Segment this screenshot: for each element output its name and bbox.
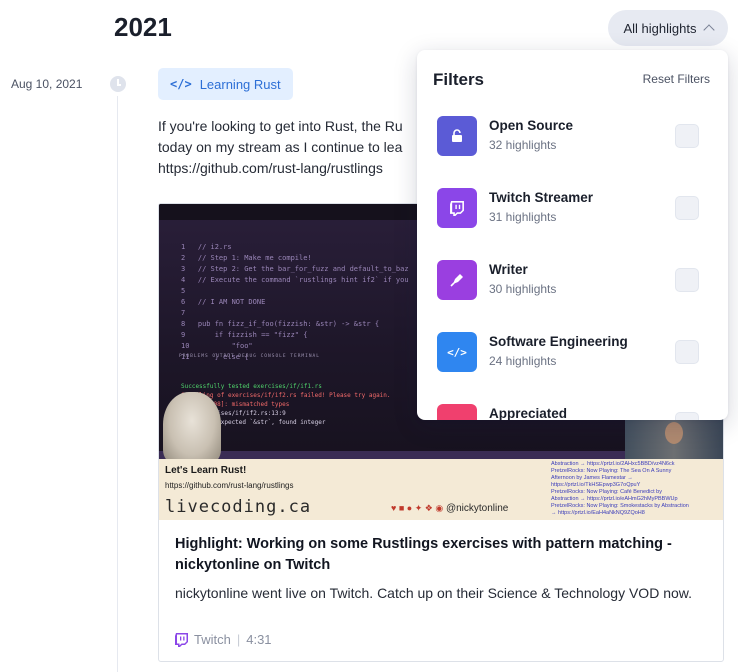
code-icon: </> bbox=[437, 332, 477, 372]
code-line: 5 bbox=[181, 287, 186, 295]
filter-name: Open Source bbox=[489, 118, 574, 133]
filter-count: 32 highlights bbox=[489, 138, 557, 152]
filter-count: 24 highlights bbox=[489, 354, 557, 368]
filters-popover: Filters Reset Filters Open Source 32 hig… bbox=[417, 50, 728, 420]
terminal-line: Successfully tested exercises/if/if1.rs bbox=[181, 383, 322, 390]
code-line: 8 pub fn fizz_if_foo(fizzish: &str) -> &… bbox=[181, 320, 380, 328]
card-title[interactable]: Highlight: Working on some Rustlings exe… bbox=[175, 534, 709, 576]
banner-brand: livecoding.ca bbox=[165, 497, 312, 517]
filter-name: Writer bbox=[489, 262, 528, 277]
llama-image bbox=[163, 392, 221, 464]
code-line: 9 if fizzish == "fizz" { bbox=[181, 331, 308, 339]
filter-name: Appreciated bbox=[489, 406, 568, 420]
filter-count: 31 highlights bbox=[489, 210, 557, 224]
all-highlights-label: All highlights bbox=[623, 20, 697, 36]
source-label: Twitch bbox=[194, 632, 231, 647]
pen-icon bbox=[437, 260, 477, 300]
filter-checkbox[interactable] bbox=[675, 124, 699, 148]
code-line: 3 // Step 2: Get the bar_for_fuzz and de… bbox=[181, 265, 409, 273]
meta-separator: | bbox=[236, 632, 241, 647]
twitch-icon bbox=[437, 188, 477, 228]
card-description: nickytonline went live on Twitch. Catch … bbox=[175, 585, 692, 601]
code-icon: </> bbox=[170, 77, 192, 91]
reset-filters-button[interactable]: Reset Filters bbox=[643, 72, 710, 86]
filters-title: Filters bbox=[433, 70, 485, 89]
banner-handle-text: @nickytonline bbox=[445, 503, 509, 514]
code-line: 1 // i2.rs bbox=[181, 243, 232, 251]
chevron-up-icon bbox=[702, 24, 715, 36]
rustlings-link[interactable]: https://github.com/rust-lang/rustlings bbox=[158, 160, 383, 176]
learning-rust-tag[interactable]: </> Learning Rust bbox=[158, 68, 293, 100]
tag-label: Learning Rust bbox=[199, 76, 281, 92]
filter-count: 30 highlights bbox=[489, 282, 557, 296]
code-line: 2 // Step 1: Make me compile! bbox=[181, 254, 312, 262]
year-title: 2021 bbox=[114, 12, 172, 42]
code-line: 7 bbox=[181, 309, 186, 317]
terminal-line: Compiling of exercises/if/if2.rs failed!… bbox=[181, 392, 391, 399]
filter-name: Twitch Streamer bbox=[489, 190, 594, 205]
heart-icon: ♥ bbox=[437, 404, 477, 420]
code-line: 10 "foo" bbox=[181, 342, 253, 350]
banner-url: https://github.com/rust-lang/rustlings bbox=[165, 481, 294, 490]
filter-checkbox[interactable] bbox=[675, 412, 699, 420]
filter-item-appreciated[interactable]: ♥ Appreciated bbox=[437, 400, 707, 420]
filter-item-software-engineering[interactable]: </> Software Engineering 24 highlights bbox=[437, 328, 707, 378]
banner-handle: ♥ ■ ● ✦ ❖ ◉ @nickytonline bbox=[391, 503, 508, 514]
entry-text-line: today on my stream as I continue to lea bbox=[158, 139, 403, 155]
social-icons: ♥ ■ ● ✦ ❖ ◉ bbox=[391, 503, 444, 513]
entry-text-line: If you're looking to get into Rust, the … bbox=[158, 118, 403, 134]
stream-banner: Let's Learn Rust! https://github.com/rus… bbox=[159, 459, 723, 520]
entry-text: If you're looking to get into Rust, the … bbox=[158, 116, 428, 179]
banner-title: Let's Learn Rust! bbox=[165, 465, 247, 476]
code-line: 6 // I AM NOT DONE bbox=[181, 298, 266, 306]
all-highlights-dropdown[interactable]: All highlights bbox=[608, 10, 728, 46]
chat-feed: Abstraction → https://prtzl.io/2AHxc5BBD… bbox=[551, 461, 689, 516]
card-meta: Twitch | 4:31 bbox=[175, 632, 272, 647]
lock-open-icon bbox=[437, 116, 477, 156]
entry-date: Aug 10, 2021 bbox=[11, 77, 83, 91]
filter-item-twitch-streamer[interactable]: Twitch Streamer 31 highlights bbox=[437, 184, 707, 234]
filter-name: Software Engineering bbox=[489, 334, 628, 349]
code-line: 4 // Execute the command `rustlings hint… bbox=[181, 276, 409, 284]
timeline-line bbox=[117, 96, 118, 672]
terminal-tabs: PROBLEMS OUTPUT DEBUG CONSOLE TERMINAL bbox=[179, 354, 320, 359]
code-lines: 1 // i2.rs 2 // Step 1: Make me compile! 3… bbox=[181, 242, 409, 363]
duration-label: 4:31 bbox=[246, 632, 272, 647]
filter-item-writer[interactable]: Writer 30 highlights bbox=[437, 256, 707, 306]
filter-checkbox[interactable] bbox=[675, 268, 699, 292]
webcam-image bbox=[625, 418, 723, 460]
clock-icon bbox=[110, 76, 126, 92]
filter-item-open-source[interactable]: Open Source 32 highlights bbox=[437, 112, 707, 162]
filter-checkbox[interactable] bbox=[675, 340, 699, 364]
twitch-icon bbox=[175, 632, 188, 647]
filter-checkbox[interactable] bbox=[675, 196, 699, 220]
